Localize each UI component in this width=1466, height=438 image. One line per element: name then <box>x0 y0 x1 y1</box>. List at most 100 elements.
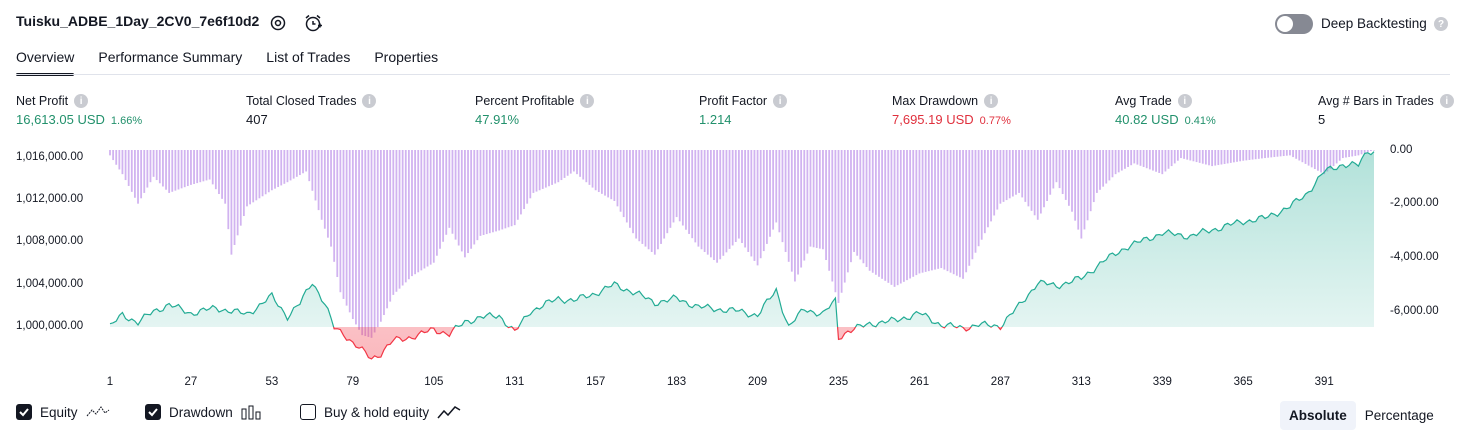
drawdown-bar <box>208 150 211 180</box>
drawdown-bar <box>1167 150 1170 169</box>
drawdown-bar <box>647 150 650 250</box>
drawdown-bar <box>1351 150 1354 157</box>
drawdown-bar <box>660 150 662 244</box>
drawdown-bar <box>267 150 270 193</box>
drawdown-bar <box>255 150 258 201</box>
drawdown-bar <box>230 150 233 255</box>
drawdown-bar <box>414 150 416 275</box>
percentage-button[interactable]: Percentage <box>1356 401 1443 430</box>
legend-buy-hold[interactable]: Buy & hold equity <box>300 404 461 420</box>
drawdown-bar <box>1158 150 1161 173</box>
drawdown-bar <box>1080 150 1083 239</box>
drawdown-bar <box>389 150 392 302</box>
x-tick-label: 131 <box>505 376 525 388</box>
drawdown-checkbox[interactable] <box>145 404 161 420</box>
drawdown-bar <box>495 150 497 232</box>
drawdown-bar <box>1345 150 1347 158</box>
drawdown-bar <box>473 150 476 245</box>
drawdown-bar <box>348 150 351 313</box>
drawdown-bar <box>1373 150 1375 151</box>
drawdown-bar <box>1142 150 1145 167</box>
drawdown-bar <box>794 150 796 282</box>
drawdown-bar <box>641 150 644 244</box>
drawdown-bar <box>214 150 217 190</box>
equity-checkbox[interactable] <box>16 404 32 420</box>
drawdown-bar <box>1226 150 1229 164</box>
drawdown-bar <box>1257 150 1260 159</box>
x-tick-label: 27 <box>184 376 198 388</box>
drawdown-bar <box>744 150 747 248</box>
drawdown-bar <box>622 150 625 218</box>
buy-hold-checkbox[interactable] <box>300 404 316 420</box>
drawdown-bar <box>1217 150 1220 166</box>
drawdown-bar <box>171 150 174 192</box>
drawdown-bar <box>853 150 855 252</box>
drawdown-bar <box>1320 150 1322 173</box>
drawdown-bar <box>650 150 653 252</box>
drawdown-bar <box>1264 150 1266 159</box>
drawdown-bar <box>1261 150 1263 159</box>
drawdown-bar <box>411 150 413 277</box>
drawdown-bar <box>124 150 127 181</box>
drawdown-bar <box>174 150 177 191</box>
drawdown-bar <box>439 150 441 249</box>
x-tick-label: 53 <box>265 376 279 388</box>
drawdown-bar <box>140 150 143 199</box>
drawdown-bar <box>1092 150 1095 203</box>
drawdown-bar <box>498 150 501 231</box>
x-tick-label: 287 <box>990 376 1010 388</box>
drawdown-bar <box>199 150 202 183</box>
legend-drawdown-label: Drawdown <box>169 404 233 420</box>
drawdown-bar <box>1124 150 1126 169</box>
drawdown-bar <box>305 150 308 172</box>
equity-drawdown-chart[interactable] <box>0 0 1466 400</box>
drawdown-bar <box>118 150 121 170</box>
drawdown-bar <box>1021 150 1024 198</box>
drawdown-bar <box>177 150 180 190</box>
drawdown-bar <box>1360 150 1363 155</box>
drawdown-bar <box>1270 150 1273 158</box>
drawdown-bar <box>965 150 968 273</box>
drawdown-bar <box>239 150 242 226</box>
drawdown-bar <box>769 150 771 237</box>
drawdown-bar <box>871 150 874 273</box>
drawdown-bar <box>323 150 326 229</box>
drawdown-bar <box>454 150 457 240</box>
drawdown-bar <box>1058 150 1061 189</box>
drawdown-bar <box>815 150 818 248</box>
drawdown-bar <box>831 150 834 282</box>
drawdown-bar <box>937 150 940 269</box>
absolute-button[interactable]: Absolute <box>1280 400 1356 430</box>
legend-equity[interactable]: Equity <box>16 404 110 420</box>
drawdown-bar <box>924 150 927 272</box>
drawdown-bar <box>806 150 809 254</box>
drawdown-bar <box>367 150 370 337</box>
drawdown-bar <box>1114 150 1117 175</box>
drawdown-bar <box>376 150 379 328</box>
drawdown-bar <box>152 150 155 177</box>
drawdown-bar <box>320 150 323 220</box>
drawdown-bar <box>1233 150 1235 163</box>
drawdown-bar <box>557 150 560 183</box>
legend-drawdown[interactable]: Drawdown <box>145 404 263 420</box>
drawdown-bar <box>1005 150 1008 201</box>
drawdown-bar <box>541 150 544 189</box>
drawdown-bar <box>653 150 656 255</box>
drawdown-bar <box>1099 150 1101 190</box>
drawdown-bar <box>619 150 622 212</box>
drawdown-bar <box>523 150 525 210</box>
drawdown-bar <box>601 150 603 194</box>
drawdown-bar <box>996 150 999 210</box>
drawdown-bar <box>803 150 806 261</box>
drawdown-bar <box>859 150 862 260</box>
drawdown-bar <box>607 150 610 198</box>
drawdown-bar <box>797 150 799 275</box>
drawdown-bar <box>482 150 485 235</box>
drawdown-bar <box>784 150 787 252</box>
drawdown-bar <box>1335 150 1338 164</box>
drawdown-bar <box>358 150 360 330</box>
drawdown-bar <box>778 150 781 233</box>
drawdown-bar <box>591 150 594 188</box>
drawdown-bar <box>314 150 317 201</box>
drawdown-bar <box>1214 150 1217 166</box>
